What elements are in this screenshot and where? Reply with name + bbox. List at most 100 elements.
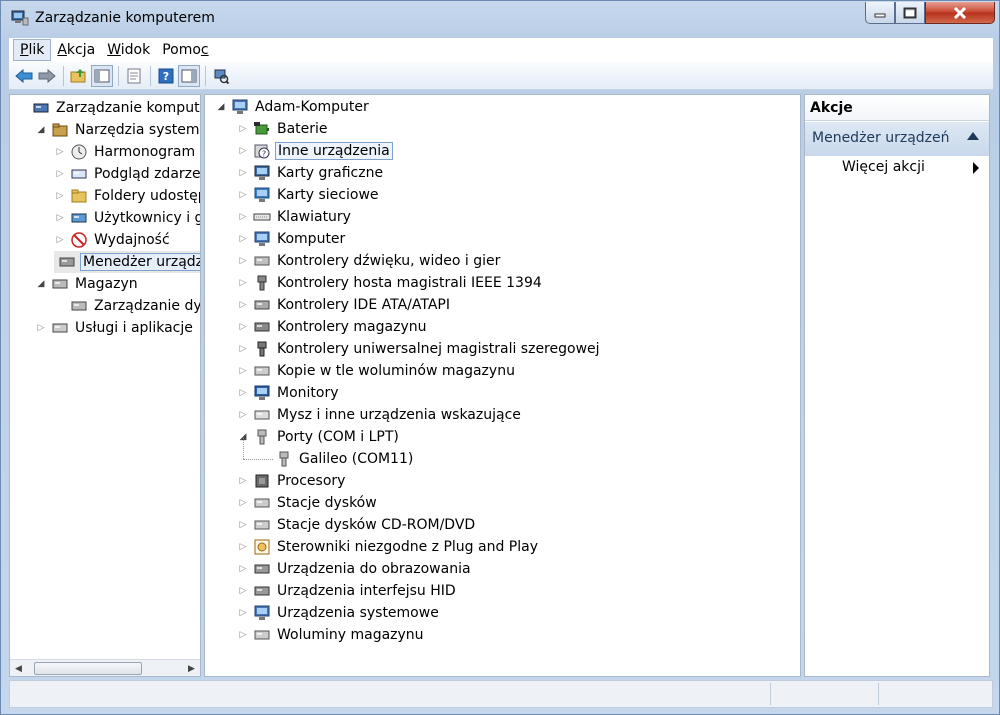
device-category[interactable]: ▷ Woluminy magazynu bbox=[237, 624, 426, 646]
device-category[interactable]: ▷ Kontrolery hosta magistrali IEEE 1394 bbox=[237, 272, 544, 294]
menu-widok[interactable]: Widok bbox=[101, 40, 156, 60]
menu-plik[interactable]: Plik bbox=[13, 39, 52, 61]
minimize-button[interactable] bbox=[865, 2, 895, 24]
submenu-arrow-icon[interactable] bbox=[973, 162, 979, 174]
console-tree-item[interactable]: ▷ Wydajność bbox=[54, 229, 172, 251]
collapsed-arrow-icon[interactable]: ▷ bbox=[237, 277, 249, 289]
scan-hardware-button[interactable] bbox=[210, 65, 232, 87]
console-tree-item[interactable]: Zarządzanie komputerem bbox=[16, 97, 200, 119]
collapsed-arrow-icon[interactable]: ▷ bbox=[237, 233, 249, 245]
horizontal-scrollbar[interactable]: ◀ ▶ bbox=[10, 659, 200, 676]
device-category[interactable]: ▷ Monitory bbox=[237, 382, 341, 404]
collapse-caret-icon[interactable] bbox=[967, 132, 979, 140]
console-tree-item[interactable]: ▷ Podgląd zdarzeń bbox=[54, 163, 201, 185]
console-tree-item[interactable]: Zarządzanie dyskar bbox=[54, 295, 200, 317]
maximize-button[interactable] bbox=[895, 2, 925, 24]
collapsed-arrow-icon[interactable]: ▷ bbox=[237, 211, 249, 223]
device-category[interactable]: ▷ Stacje dysków bbox=[237, 492, 379, 514]
collapsed-arrow-icon[interactable]: ▷ bbox=[237, 475, 249, 487]
forward-arrow-icon bbox=[38, 68, 56, 83]
scrollbar-thumb[interactable] bbox=[34, 662, 142, 675]
title-bar[interactable]: Zarządzanie komputerem bbox=[1, 1, 1000, 37]
device-category[interactable]: ▷ Kontrolery IDE ATA/ATAPI bbox=[237, 294, 452, 316]
collapsed-arrow-icon[interactable]: ▷ bbox=[237, 629, 249, 641]
collapsed-arrow-icon[interactable]: ▷ bbox=[237, 387, 249, 399]
device-category[interactable]: ▷ Karty graficzne bbox=[237, 162, 385, 184]
collapsed-arrow-icon[interactable]: ▷ bbox=[237, 299, 249, 311]
device-category[interactable]: ▷ Komputer bbox=[237, 228, 347, 250]
up-one-level-button[interactable] bbox=[68, 65, 90, 87]
device-category[interactable]: ◢ Porty (COM i LPT) bbox=[237, 426, 401, 448]
device-category[interactable]: ▷ Urządzenia do obrazowania bbox=[237, 558, 473, 580]
device-category[interactable]: ▷ Kontrolery dźwięku, wideo i gier bbox=[237, 250, 502, 272]
device-category[interactable]: ▷ Mysz i inne urządzenia wskazujące bbox=[237, 404, 523, 426]
actions-section-device-manager[interactable]: Menedżer urządzeń bbox=[805, 122, 989, 156]
device-tree-pane[interactable]: ◢ Adam-Komputer ▷ Baterie ▷? Inne urządzenia ▷… bbox=[204, 94, 801, 677]
collapsed-arrow-icon[interactable]: ▷ bbox=[237, 255, 249, 267]
battery-icon bbox=[253, 120, 271, 138]
collapsed-arrow-icon[interactable]: ▷ bbox=[237, 321, 249, 333]
collapsed-arrow-icon[interactable]: ▷ bbox=[237, 145, 249, 157]
device-item[interactable]: Galileo (COM11) bbox=[275, 448, 415, 470]
disk-management-icon bbox=[70, 297, 88, 315]
show-hide-console-tree-button[interactable] bbox=[91, 64, 113, 87]
console-tree-item[interactable]: ◢ Magazyn bbox=[35, 273, 140, 295]
console-tree-item[interactable]: ▷ Użytkownicy i grup bbox=[54, 207, 200, 229]
properties-button[interactable] bbox=[123, 65, 145, 87]
collapsed-arrow-icon[interactable]: ▷ bbox=[237, 607, 249, 619]
users-icon bbox=[70, 209, 88, 227]
console-tree-item[interactable]: ▷ Harmonogram zad bbox=[54, 141, 200, 163]
console-tree-item[interactable]: ▷ Usługi i aplikacje bbox=[35, 317, 195, 339]
collapsed-arrow-icon[interactable]: ▷ bbox=[237, 497, 249, 509]
scroll-left-icon[interactable]: ◀ bbox=[12, 662, 25, 675]
console-tree-item-label: Podgląd zdarzeń bbox=[94, 166, 201, 182]
device-category[interactable]: ▷ Baterie bbox=[237, 118, 330, 140]
collapsed-arrow-icon[interactable]: ▷ bbox=[54, 168, 66, 180]
collapsed-arrow-icon[interactable]: ▷ bbox=[54, 234, 66, 246]
device-category[interactable]: ▷ Kontrolery uniwersalnej magistrali szer… bbox=[237, 338, 602, 360]
console-tree-pane[interactable]: ◀ ▶ Zarządzanie komputerem ◢ Narzędzia sys… bbox=[9, 94, 201, 677]
console-tree-item[interactable]: ◢ Narzędzia systemowe bbox=[35, 119, 200, 141]
device-category[interactable]: ▷ Kontrolery magazynu bbox=[237, 316, 428, 338]
collapsed-arrow-icon[interactable]: ▷ bbox=[237, 519, 249, 531]
menu-pomoc[interactable]: Pomoc bbox=[156, 40, 214, 60]
show-hide-action-pane-button[interactable] bbox=[178, 64, 200, 87]
collapsed-arrow-icon[interactable]: ▷ bbox=[54, 212, 66, 224]
device-category[interactable]: ▷ Urządzenia interfejsu HID bbox=[237, 580, 458, 602]
expanded-arrow-icon[interactable]: ◢ bbox=[35, 124, 47, 136]
more-actions-link[interactable]: Więcej akcji bbox=[842, 159, 925, 175]
collapsed-arrow-icon[interactable]: ▷ bbox=[237, 563, 249, 575]
properties-icon bbox=[127, 68, 141, 83]
collapsed-arrow-icon[interactable]: ▷ bbox=[237, 365, 249, 377]
collapsed-arrow-icon[interactable]: ▷ bbox=[237, 409, 249, 421]
menu-akcja[interactable]: Akcja bbox=[51, 40, 101, 60]
collapsed-arrow-icon[interactable]: ▷ bbox=[35, 322, 47, 334]
device-category[interactable]: ▷ Klawiatury bbox=[237, 206, 353, 228]
collapsed-arrow-icon[interactable]: ▷ bbox=[54, 190, 66, 202]
close-button[interactable] bbox=[925, 2, 995, 24]
device-category[interactable]: ▷ Kopie w tle woluminów magazynu bbox=[237, 360, 517, 382]
collapsed-arrow-icon[interactable]: ▷ bbox=[54, 146, 66, 158]
collapsed-arrow-icon[interactable]: ▷ bbox=[237, 343, 249, 355]
device-category[interactable]: ▷ Stacje dysków CD-ROM/DVD bbox=[237, 514, 477, 536]
toolbar-separator bbox=[118, 65, 119, 86]
device-tree-root[interactable]: ◢ Adam-Komputer bbox=[215, 96, 371, 118]
collapsed-arrow-icon[interactable]: ▷ bbox=[237, 123, 249, 135]
device-category[interactable]: ▷ Urządzenia systemowe bbox=[237, 602, 441, 624]
collapsed-arrow-icon[interactable]: ▷ bbox=[237, 541, 249, 553]
scroll-right-icon[interactable]: ▶ bbox=[185, 662, 198, 675]
device-category[interactable]: ▷? Inne urządzenia bbox=[237, 140, 393, 162]
forward-button[interactable] bbox=[36, 65, 58, 87]
device-category[interactable]: ▷ Karty sieciowe bbox=[237, 184, 381, 206]
device-category[interactable]: ▷ Procesory bbox=[237, 470, 347, 492]
back-button[interactable] bbox=[13, 65, 35, 87]
collapsed-arrow-icon[interactable]: ▷ bbox=[237, 189, 249, 201]
console-tree-item[interactable]: Menedżer urządzeń bbox=[54, 251, 200, 273]
help-button[interactable]: ? bbox=[155, 65, 177, 87]
collapsed-arrow-icon[interactable]: ▷ bbox=[237, 585, 249, 597]
device-category[interactable]: ▷ Sterowniki niezgodne z Plug and Play bbox=[237, 536, 540, 558]
console-tree-item[interactable]: ▷ Foldery udostępnio bbox=[54, 185, 200, 207]
expanded-arrow-icon[interactable]: ◢ bbox=[215, 101, 227, 113]
expanded-arrow-icon[interactable]: ◢ bbox=[35, 278, 47, 290]
collapsed-arrow-icon[interactable]: ▷ bbox=[237, 167, 249, 179]
